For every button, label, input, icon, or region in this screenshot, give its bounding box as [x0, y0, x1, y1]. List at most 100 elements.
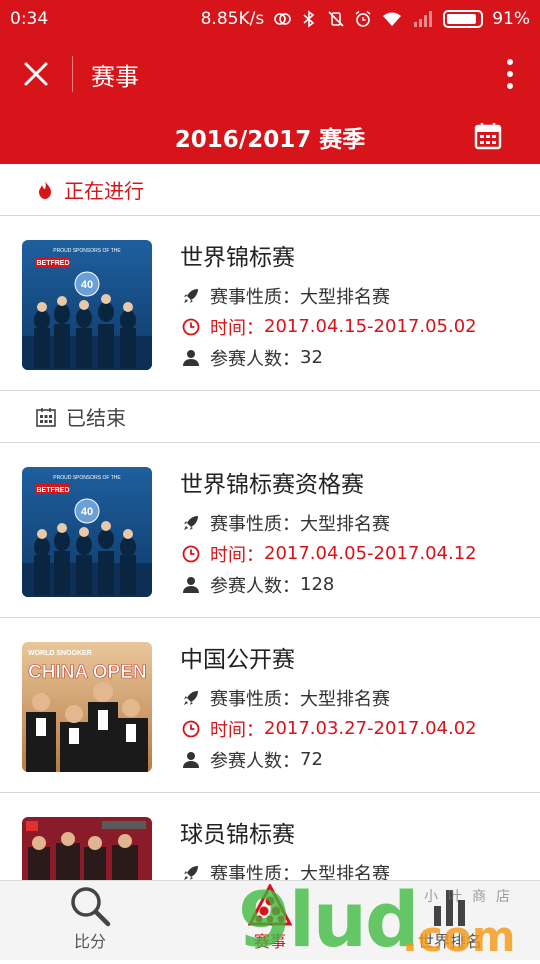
- page-title: 赛事: [91, 62, 139, 91]
- event-time: 2017.03.27-2017.04.02: [264, 718, 477, 739]
- event-time: 2017.04.05-2017.04.12: [264, 543, 477, 564]
- alarm-icon: [355, 10, 371, 27]
- event-type-row: 赛事性质： 大型排名赛: [180, 507, 477, 538]
- fire-icon: [39, 180, 51, 199]
- status-time: 0:34: [10, 9, 49, 29]
- user-icon: [183, 349, 199, 366]
- vibrate-mute-icon: [328, 11, 344, 27]
- event-info: 世界锦标赛 赛事性质： 大型排名赛 时间： 2017.04.15-2017.05.0…: [180, 240, 477, 373]
- event-type-row: 赛事性质： 大型排名赛: [180, 682, 477, 713]
- svg-text:40: 40: [81, 279, 93, 291]
- event-players: 128: [300, 574, 335, 595]
- event-type: 大型排名赛: [300, 513, 390, 535]
- wifi-icon: [383, 12, 402, 26]
- svg-text:BETFRED: BETFRED: [36, 260, 69, 267]
- event-type-label: 赛事性质：: [210, 286, 300, 308]
- event-poster: BETFRED PROUD SPONSORS OF THE 40: [22, 467, 152, 597]
- event-card-players-championship[interactable]: 球员锦标赛 赛事性质： 大型排名赛: [0, 793, 540, 880]
- tab-scores[interactable]: 比分: [0, 881, 180, 960]
- event-players-row: 参赛人数： 128: [180, 569, 477, 600]
- section-label-finished: 已结束: [66, 406, 126, 430]
- event-info: 世界锦标赛资格赛 赛事性质： 大型排名赛 时间： 2017.04.05-2017.0…: [180, 467, 477, 600]
- betfred-poster-image: BETFRED PROUD SPONSORS OF THE 40: [22, 467, 152, 597]
- rocket-icon: [184, 690, 198, 705]
- rocket-icon: [184, 515, 198, 530]
- betfred-poster-image: BETFRED PROUD SPONSORS OF THE 40: [22, 240, 152, 370]
- event-list[interactable]: 正在进行 BETFRED PROUD SPONSORS OF THE 40 世界…: [0, 164, 540, 880]
- event-players-row: 参赛人数： 32: [180, 342, 477, 373]
- user-icon: [183, 576, 199, 593]
- event-name: 球员锦标赛: [180, 822, 295, 848]
- svg-text:BETFRED: BETFRED: [36, 487, 69, 494]
- season-title: 2016/2017 赛季: [174, 127, 366, 153]
- event-time-label: 时间：: [210, 317, 264, 339]
- event-time-row: 时间： 2017.03.27-2017.04.02: [180, 713, 477, 744]
- rocket-icon: [184, 865, 198, 880]
- event-info: 中国公开赛 赛事性质： 大型排名赛 时间： 2017.03.27-2017.04.0…: [180, 642, 477, 775]
- battery-icon: [443, 10, 484, 28]
- hotspot-icon: [274, 13, 292, 25]
- battery-percent: 91%: [492, 9, 530, 29]
- watermark-logo: 9lud: [238, 875, 419, 964]
- calendar-grid-icon: [36, 407, 56, 427]
- event-type: 大型排名赛: [300, 688, 390, 710]
- svg-text:PROUD SPONSORS OF THE: PROUD SPONSORS OF THE: [53, 248, 121, 254]
- watermark-suffix: .com: [402, 912, 516, 961]
- watermark-shop-text: 小叶商店: [424, 889, 520, 905]
- event-players: 72: [300, 749, 323, 770]
- event-time-label: 时间：: [210, 544, 264, 566]
- more-menu-button[interactable]: [480, 38, 540, 110]
- more-vertical-icon: [507, 59, 513, 89]
- section-label-ongoing: 正在进行: [64, 179, 144, 203]
- tab-label-scores: 比分: [73, 932, 106, 951]
- event-type-label: 赛事性质：: [210, 688, 300, 710]
- close-icon: [24, 62, 48, 86]
- event-players-label: 参赛人数：: [210, 575, 300, 597]
- event-type-row: 赛事性质： 大型排名赛: [180, 280, 477, 311]
- network-speed: 8.85K/s: [200, 9, 265, 29]
- event-players: 32: [300, 347, 323, 368]
- close-button[interactable]: [0, 38, 72, 110]
- svg-text:40: 40: [81, 506, 93, 518]
- event-type-label: 赛事性质：: [210, 513, 300, 535]
- clock-icon: [182, 318, 200, 335]
- rocket-icon: [184, 288, 198, 303]
- china-open-poster-image: WORLD SNOOKER CHINA OPEN: [22, 642, 152, 772]
- event-card-china-open[interactable]: WORLD SNOOKER CHINA OPEN 中国公开赛 赛事性质： 大型排名…: [0, 618, 540, 793]
- svg-text:WORLD SNOOKER: WORLD SNOOKER: [28, 650, 92, 657]
- app-bar: 赛事: [0, 38, 540, 110]
- event-time: 2017.04.15-2017.05.02: [264, 316, 477, 337]
- event-name: 世界锦标赛资格赛: [180, 472, 364, 498]
- event-players-label: 参赛人数：: [210, 348, 300, 370]
- event-players-label: 参赛人数：: [210, 750, 300, 772]
- svg-text:CHINA OPEN: CHINA OPEN: [28, 662, 147, 683]
- event-time-row: 时间： 2017.04.15-2017.05.02: [180, 311, 477, 342]
- battery-fill: [447, 14, 477, 24]
- event-players-row: 参赛人数： 72: [180, 744, 477, 775]
- event-time-row: 时间： 2017.04.05-2017.04.12: [180, 538, 477, 569]
- season-header: 2016/2017 赛季: [0, 110, 540, 164]
- event-poster: [22, 817, 152, 880]
- event-name: 世界锦标赛: [180, 245, 295, 271]
- status-right: 8.85K/s 91%: [201, 9, 530, 29]
- event-type: 大型排名赛: [300, 286, 390, 308]
- section-header-ongoing: 正在进行: [0, 164, 540, 216]
- event-card-world-championship-qualifiers[interactable]: BETFRED PROUD SPONSORS OF THE 40 世界锦标赛资格…: [0, 443, 540, 618]
- svg-text:PROUD SPONSORS OF THE: PROUD SPONSORS OF THE: [53, 475, 121, 481]
- status-bar: 0:34 8.85K/s 91%: [0, 0, 540, 38]
- players-championship-poster-image: [22, 817, 152, 880]
- event-time-label: 时间：: [210, 719, 264, 741]
- clock-icon: [182, 545, 200, 562]
- event-poster: WORLD SNOOKER CHINA OPEN: [22, 642, 152, 772]
- calendar-icon[interactable]: [474, 122, 502, 150]
- event-info: 球员锦标赛 赛事性质： 大型排名赛: [180, 817, 390, 880]
- event-name: 中国公开赛: [180, 647, 295, 673]
- search-icon: [71, 887, 111, 927]
- clock-icon: [182, 720, 200, 737]
- section-header-finished: 已结束: [0, 391, 540, 443]
- signal-icon: [414, 11, 433, 27]
- user-icon: [183, 751, 199, 768]
- event-card-world-championship[interactable]: BETFRED PROUD SPONSORS OF THE 40 世界锦标赛 赛…: [0, 216, 540, 391]
- bluetooth-icon: [303, 10, 315, 28]
- event-poster: BETFRED PROUD SPONSORS OF THE 40: [22, 240, 152, 370]
